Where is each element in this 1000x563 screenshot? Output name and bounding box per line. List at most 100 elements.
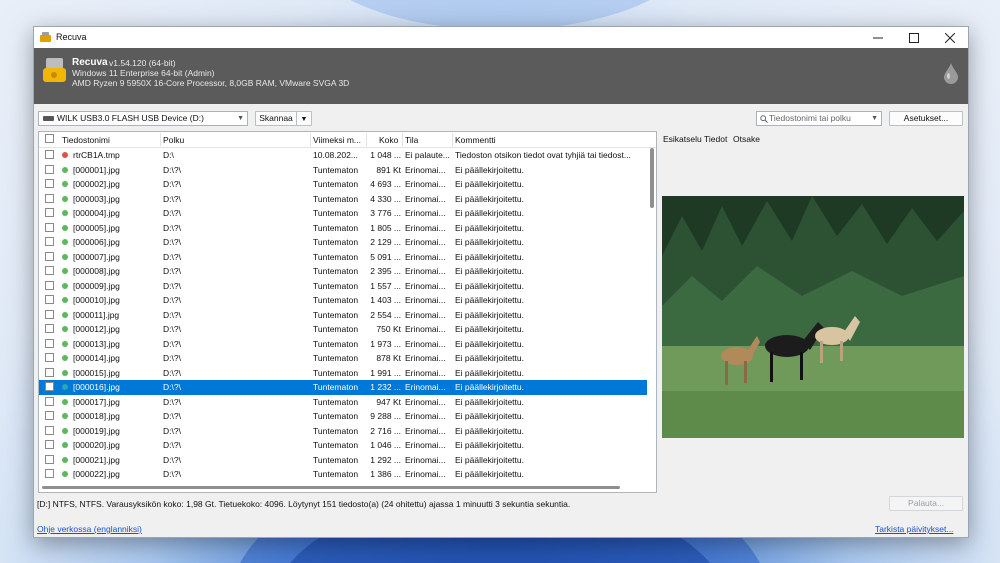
column-separator[interactable] [402,133,403,146]
column-separator[interactable] [366,133,367,146]
check-updates-link[interactable]: Tarkista päivitykset... [875,524,953,534]
status-text: [D:] NTFS, NTFS. Varausyksikön koko: 1,9… [37,499,571,509]
maximize-button[interactable] [896,27,932,48]
vertical-scrollbar[interactable] [650,148,654,208]
cell-path: D:\?\ [163,251,181,262]
column-header-name[interactable]: Tiedostonimi [62,135,110,145]
cell-path: D:\ [163,150,174,160]
cell-modified: Tuntematon [313,353,359,363]
row-checkbox[interactable] [45,193,54,203]
table-row[interactable]: [000002].jpg D:\?\ Tuntematon 4 693 ... Erin… [39,177,647,192]
column-separator[interactable] [452,133,453,146]
column-header-status[interactable]: Tila [405,135,418,145]
row-checkbox[interactable] [45,382,54,391]
row-checkbox[interactable] [45,338,54,348]
search-combo[interactable]: Tiedostonimi tai polku ▼ [756,111,882,126]
table-row[interactable]: rtrCB1A.tmp D:\ 10.08.202... 1 048 ... Ei pa… [39,148,647,163]
cell-status: Erinomai... [405,454,446,465]
tab-header[interactable]: Otsake [733,134,760,144]
table-row[interactable]: [000016].jpg D:\?\ Tuntematon 1 232 ... Erin… [39,380,647,395]
row-checkbox[interactable] [45,396,54,406]
drive-select[interactable]: WILK USB3.0 FLASH USB Device (D:) ▼ [38,111,248,126]
row-checkbox[interactable] [45,222,54,232]
table-row[interactable]: [000009].jpg D:\?\ Tuntematon 1 557 ... Erin… [39,279,647,294]
table-row[interactable]: [000022].jpg D:\?\ Tuntematon 1 386 ... Erin… [39,467,647,482]
cell-size: 1 386 ... [370,469,401,479]
table-row[interactable]: [000017].jpg D:\?\ Tuntematon 947 Kt Erinoma… [39,395,647,410]
row-checkbox[interactable] [45,237,54,246]
table-row[interactable]: [000020].jpg D:\?\ Tuntematon 1 046 ... Erin… [39,438,647,453]
search-input[interactable]: Tiedostonimi tai polku [769,112,851,125]
row-checkbox[interactable] [45,411,54,420]
table-row[interactable]: [000006].jpg D:\?\ Tuntematon 2 129 ... Erin… [39,235,647,250]
row-checkbox[interactable] [45,150,54,159]
app-name: Recuva [72,57,108,68]
cell-name: [000010].jpg [73,295,120,305]
column-separator[interactable] [310,133,311,146]
settings-button[interactable]: Asetukset... [889,111,963,126]
table-row[interactable]: [000014].jpg D:\?\ Tuntematon 878 Kt Erinoma… [39,351,647,366]
recover-button[interactable]: Palauta... [889,496,963,511]
minimize-button[interactable] [860,27,896,48]
table-row[interactable]: [000005].jpg D:\?\ Tuntematon 1 805 ... Erin… [39,221,647,236]
row-checkbox[interactable] [45,280,54,290]
row-checkbox[interactable] [45,469,54,478]
cell-path: D:\?\ [163,266,181,276]
close-button[interactable] [932,27,968,48]
cell-size: 1 232 ... [370,382,401,392]
row-checkbox[interactable] [45,425,54,435]
table-row[interactable]: [000008].jpg D:\?\ Tuntematon 2 395 ... Erin… [39,264,647,279]
cell-modified: Tuntematon [313,280,359,291]
table-row[interactable]: [000015].jpg D:\?\ Tuntematon 1 991 ... Erin… [39,366,647,381]
cell-size: 1 973 ... [370,338,401,349]
column-header-size[interactable]: Koko [379,135,398,145]
column-header-path[interactable]: Polku [163,135,184,145]
cell-name: [000007].jpg [73,251,120,262]
horizontal-scrollbar[interactable] [42,486,620,489]
scan-options-button[interactable]: ▼ [296,111,312,126]
scan-button[interactable]: Skannaa [255,111,297,126]
row-checkbox[interactable] [45,367,54,377]
column-separator[interactable] [160,133,161,146]
column-header-modified[interactable]: Viimeksi m... [313,135,361,145]
table-row[interactable]: [000012].jpg D:\?\ Tuntematon 750 Kt Erinoma… [39,322,647,337]
tab-info[interactable]: Tiedot [704,134,727,144]
help-link[interactable]: Ohje verkossa (englanniksi) [37,524,142,534]
table-row[interactable]: [000011].jpg D:\?\ Tuntematon 2 554 ... Erin… [39,308,647,323]
table-row[interactable]: [000010].jpg D:\?\ Tuntematon 1 403 ... Erin… [39,293,647,308]
select-all-checkbox[interactable] [45,134,54,143]
row-checkbox[interactable] [45,353,54,362]
recovery-state-icon [62,282,68,289]
row-checkbox[interactable] [45,251,54,261]
table-row[interactable]: [000018].jpg D:\?\ Tuntematon 9 288 ... Erin… [39,409,647,424]
row-checkbox[interactable] [45,179,54,188]
cell-path: D:\?\ [163,179,181,189]
recuva-app-icon [40,32,51,42]
cell-status: Erinomai... [405,411,446,421]
table-row[interactable]: [000001].jpg D:\?\ Tuntematon 891 Kt Erinoma… [39,163,647,178]
row-checkbox[interactable] [45,266,54,275]
table-row[interactable]: [000013].jpg D:\?\ Tuntematon 1 973 ... Erin… [39,337,647,352]
cell-size: 750 Kt [376,324,401,334]
tab-preview[interactable]: Esikatselu [663,134,702,144]
row-checkbox[interactable] [45,324,54,333]
cell-modified: Tuntematon [313,266,359,276]
table-row[interactable]: [000021].jpg D:\?\ Tuntematon 1 292 ... Erin… [39,453,647,468]
drive-select-value: WILK USB3.0 FLASH USB Device (D:) [57,113,204,123]
column-header-comment[interactable]: Kommentti [455,135,496,145]
table-row[interactable]: [000019].jpg D:\?\ Tuntematon 2 716 ... Erin… [39,424,647,439]
table-row[interactable]: [000003].jpg D:\?\ Tuntematon 4 330 ... Erin… [39,192,647,207]
row-checkbox[interactable] [45,295,54,304]
cell-comment: Ei päällekirjoitettu. [455,367,524,378]
recovery-state-icon [62,253,68,260]
row-checkbox[interactable] [45,208,54,217]
cell-name: [000016].jpg [73,382,120,392]
row-checkbox[interactable] [45,454,54,464]
row-checkbox[interactable] [45,440,54,449]
row-checkbox[interactable] [45,309,54,319]
cell-path: D:\?\ [163,208,181,218]
file-list[interactable]: Tiedostonimi Polku Viimeksi m... Koko Ti… [38,131,657,493]
table-row[interactable]: [000007].jpg D:\?\ Tuntematon 5 091 ... Erin… [39,250,647,265]
row-checkbox[interactable] [45,164,54,174]
table-row[interactable]: [000004].jpg D:\?\ Tuntematon 3 776 ... Erin… [39,206,647,221]
